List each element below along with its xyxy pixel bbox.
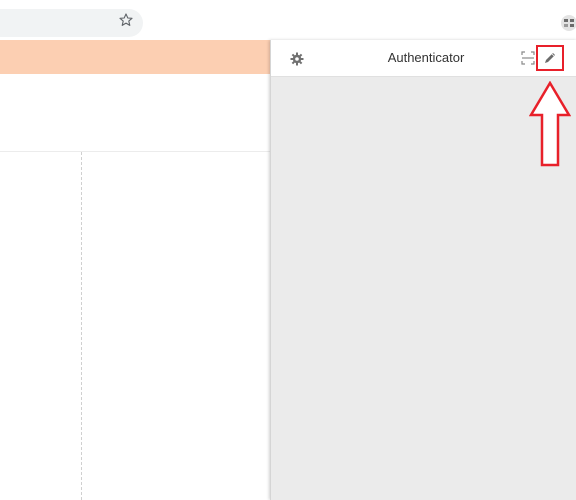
edit-button[interactable]: [536, 45, 564, 71]
browser-toolbar: [0, 0, 576, 40]
column-divider: [81, 152, 82, 500]
up-arrow-annotation: [529, 81, 571, 167]
star-icon[interactable]: [119, 13, 133, 27]
popup-title: Authenticator: [387, 50, 465, 65]
scan-qr-icon[interactable]: [521, 51, 535, 65]
gear-icon[interactable]: [290, 52, 304, 66]
page-divider: [0, 151, 270, 152]
extension-icon[interactable]: [561, 15, 576, 31]
popup-header: Authenticator: [271, 40, 576, 77]
